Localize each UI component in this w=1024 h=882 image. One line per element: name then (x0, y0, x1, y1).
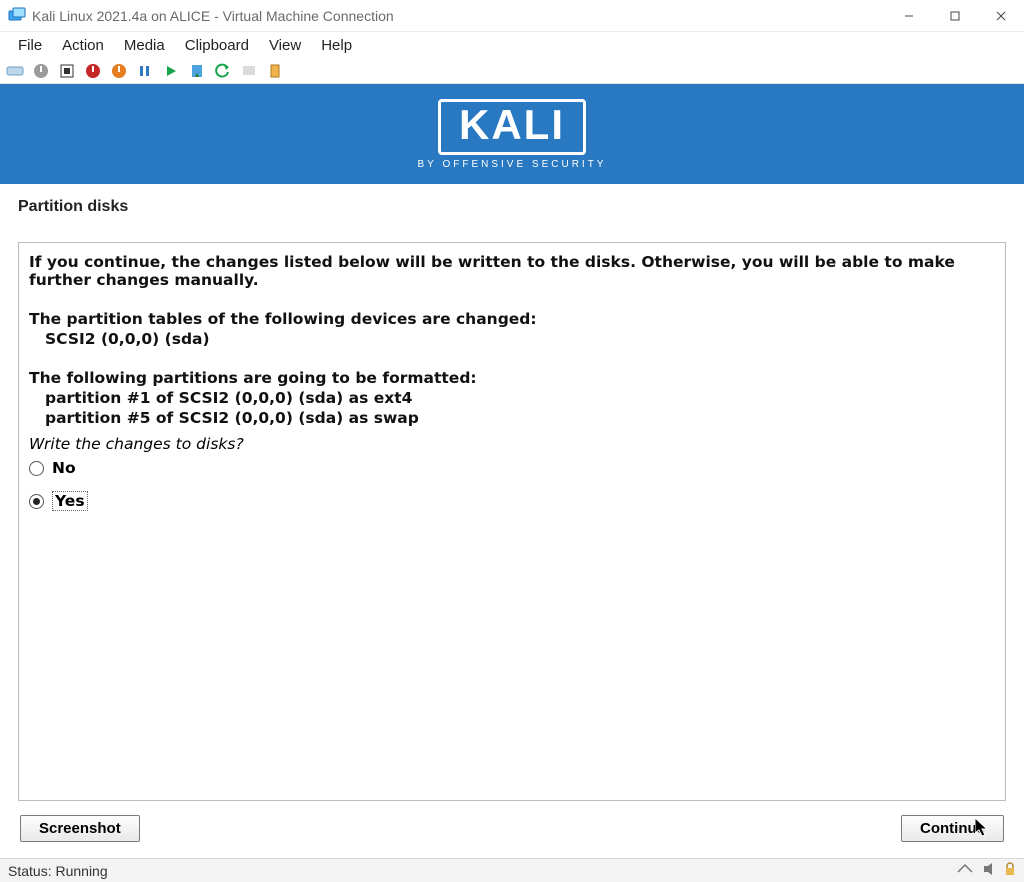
kali-logo: KALI (438, 99, 586, 155)
save-icon[interactable] (108, 60, 130, 82)
shut-down-icon[interactable] (82, 60, 104, 82)
kali-subtitle: BY OFFENSIVE SECURITY (418, 159, 607, 170)
enhanced-session-icon[interactable] (238, 60, 260, 82)
menu-view[interactable]: View (261, 35, 309, 56)
revert-icon[interactable] (212, 60, 234, 82)
button-row: Screenshot Continue (18, 801, 1006, 850)
checkpoint-icon[interactable] (186, 60, 208, 82)
minimize-button[interactable] (886, 0, 932, 32)
menu-help[interactable]: Help (313, 35, 360, 56)
status-text: Status: Running (8, 863, 108, 879)
continue-button[interactable]: Continue (901, 815, 1004, 842)
window-title: Kali Linux 2021.4a on ALICE - Virtual Ma… (32, 8, 394, 24)
format-item-1: partition #1 of SCSI2 (0,0,0) (sda) as e… (45, 389, 995, 407)
network-icon (956, 862, 974, 879)
menubar: File Action Media Clipboard View Help (0, 32, 1024, 58)
menu-media[interactable]: Media (116, 35, 173, 56)
window-titlebar: Kali Linux 2021.4a on ALICE - Virtual Ma… (0, 0, 1024, 32)
radio-icon-unselected (29, 461, 44, 476)
toolbar (0, 58, 1024, 84)
section-title: Partition disks (18, 198, 1006, 216)
radio-icon-selected (29, 494, 44, 509)
tables-heading: The partition tables of the following de… (29, 310, 995, 328)
start-icon[interactable] (30, 60, 52, 82)
format-heading: The following partitions are going to be… (29, 369, 995, 387)
share-icon[interactable] (264, 60, 286, 82)
warning-text: If you continue, the changes listed belo… (29, 253, 995, 289)
menu-action[interactable]: Action (54, 35, 112, 56)
turn-off-icon[interactable] (56, 60, 78, 82)
lock-icon (1004, 862, 1016, 879)
radio-label-yes: Yes (52, 491, 88, 511)
tables-item: SCSI2 (0,0,0) (sda) (45, 330, 995, 348)
pause-icon[interactable] (134, 60, 156, 82)
content-panel: If you continue, the changes listed belo… (18, 242, 1006, 801)
menu-file[interactable]: File (10, 35, 50, 56)
maximize-button[interactable] (932, 0, 978, 32)
reset-icon[interactable] (160, 60, 182, 82)
question-text: Write the changes to disks? (29, 435, 995, 453)
hyperv-app-icon (8, 7, 26, 25)
menu-clipboard[interactable]: Clipboard (177, 35, 257, 56)
ctrl-alt-del-icon[interactable] (4, 60, 26, 82)
radio-option-no[interactable]: No (29, 459, 995, 477)
radio-option-yes[interactable]: Yes (29, 491, 995, 511)
close-button[interactable] (978, 0, 1024, 32)
radio-label-no: No (52, 459, 76, 477)
installer-body: Partition disks If you continue, the cha… (0, 184, 1024, 858)
kali-banner: KALI BY OFFENSIVE SECURITY (0, 84, 1024, 184)
speaker-icon (982, 862, 996, 879)
format-item-2: partition #5 of SCSI2 (0,0,0) (sda) as s… (45, 409, 995, 427)
statusbar: Status: Running (0, 858, 1024, 882)
screenshot-button[interactable]: Screenshot (20, 815, 140, 842)
